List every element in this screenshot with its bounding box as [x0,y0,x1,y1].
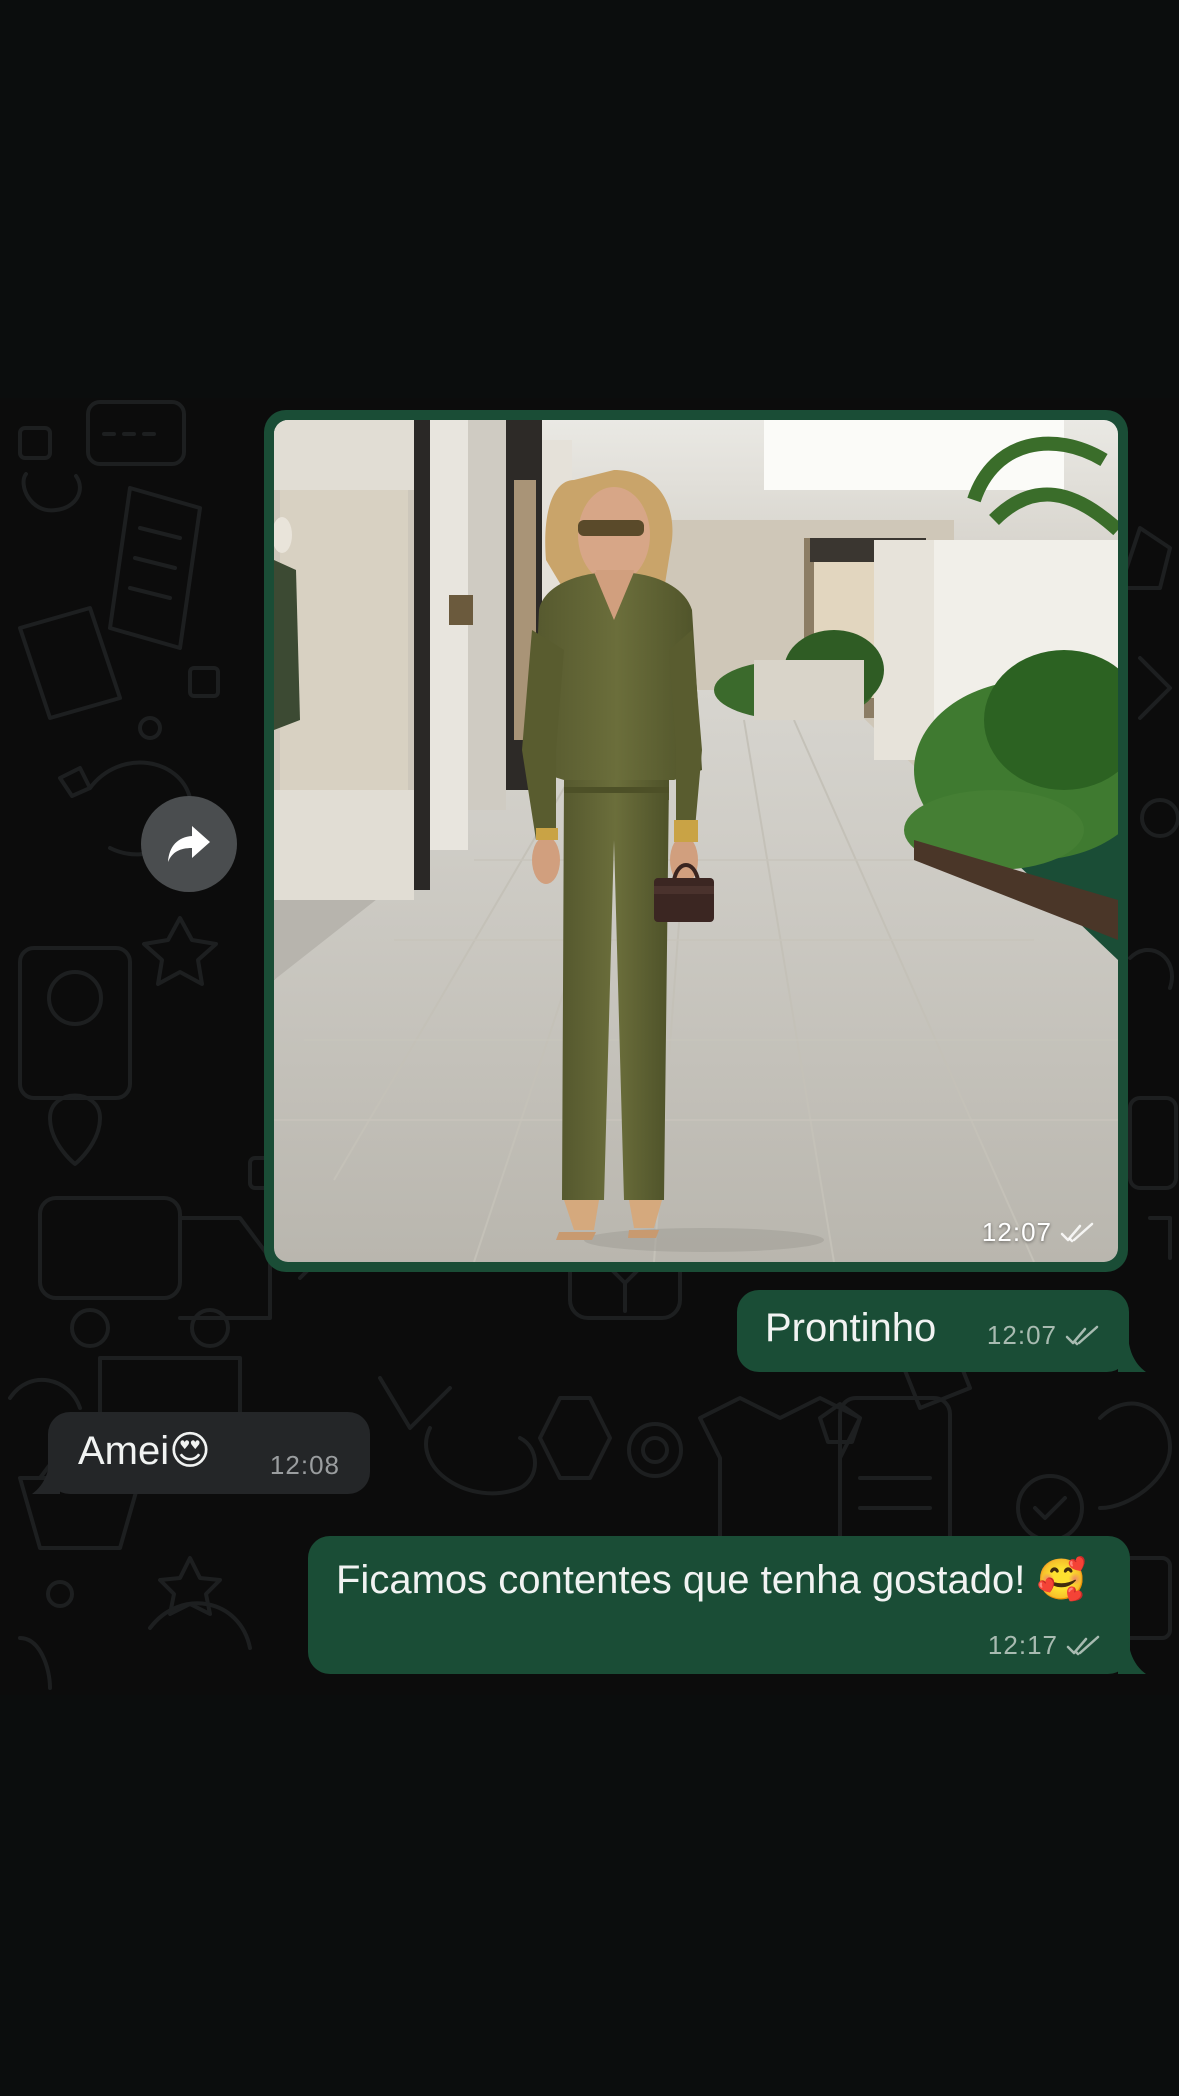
double-check-icon [1065,1325,1099,1345]
message-meta: 12:17 [988,1630,1102,1661]
image-message-meta: 12:07 [982,1217,1096,1248]
forward-arrow-icon [168,826,210,862]
bubble-tail [1118,1332,1146,1372]
forward-button[interactable] [141,796,237,892]
message-time: 12:07 [986,1320,1057,1350]
double-check-icon [1066,1635,1100,1655]
outgoing-message-prontinho[interactable]: Prontinho 12:07 [737,1290,1129,1372]
message-text: Prontinho [765,1306,937,1350]
message-time: 12:08 [269,1450,340,1480]
message-time: 12:17 [987,1630,1058,1660]
message-meta: 12:07 [987,1320,1101,1351]
message-text: Ficamos contentes que tenha gostado! 🥰 [336,1558,1087,1602]
image-message-time: 12:07 [981,1217,1052,1247]
message-text: Amei😍 [78,1429,211,1473]
outgoing-message-ficamos[interactable]: Ficamos contentes que tenha gostado! 🥰 1… [308,1536,1130,1674]
chat-area: 12:07 Prontinho 12:07 Amei😍 12:08 Ficamo… [0,398,1179,1695]
bubble-tail [1118,1634,1146,1674]
incoming-message-amei[interactable]: Amei😍 12:08 [48,1412,370,1494]
image-message-bubble[interactable]: 12:07 [264,410,1128,1272]
bubble-tail [32,1454,60,1494]
message-photo[interactable]: 12:07 [274,420,1118,1262]
double-check-icon [1060,1222,1094,1242]
